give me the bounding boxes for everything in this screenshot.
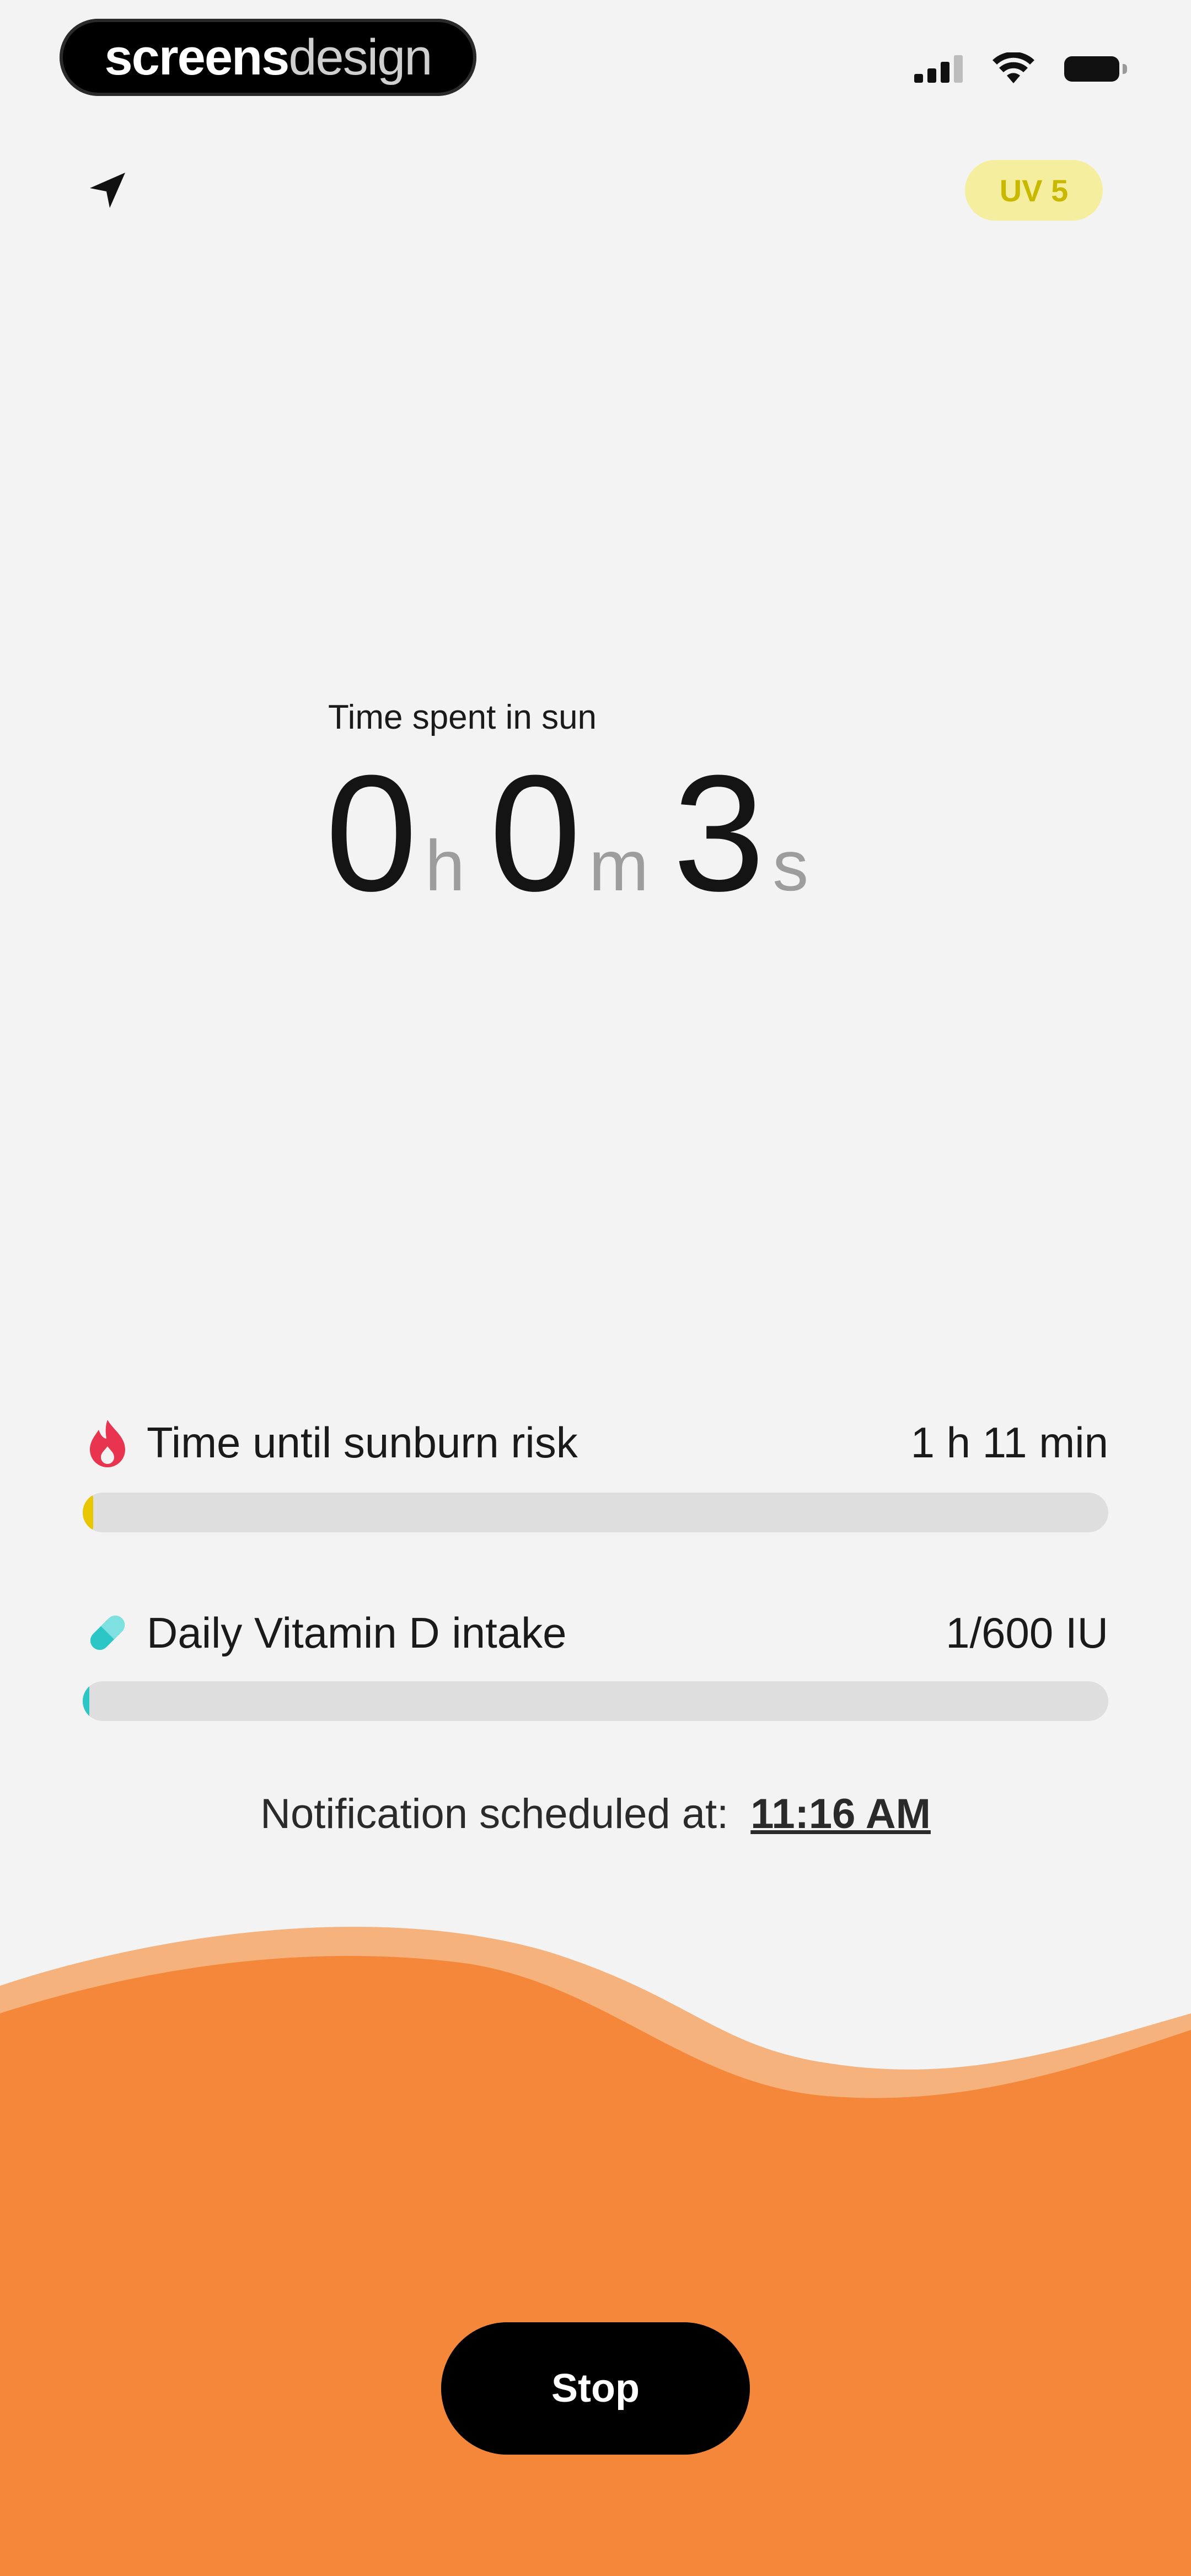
flame-icon — [83, 1418, 132, 1467]
location-arrow-icon — [90, 173, 125, 208]
wifi-icon — [993, 52, 1034, 83]
sunburn-progress-bar — [83, 1493, 1108, 1532]
app-screen: screens design UV 5 Time spent in sun 0 h… — [0, 0, 1191, 2576]
stop-button[interactable]: Stop — [441, 2322, 750, 2455]
timer-hours-unit: h — [425, 825, 465, 906]
sun-wave-decoration — [0, 1927, 1191, 2576]
vitamin-progress-bar — [83, 1681, 1108, 1721]
brand-text-bold: screens — [104, 29, 290, 85]
brand-watermark: screens design — [60, 19, 476, 96]
vitamin-value: 1/600 IU — [946, 1608, 1108, 1657]
sun-timer: 0 h 0 m 3 s — [325, 750, 808, 916]
pill-icon — [83, 1608, 132, 1658]
location-button[interactable] — [83, 165, 132, 215]
timer-minutes-unit: m — [589, 825, 649, 906]
sunburn-progress-fill — [83, 1493, 93, 1532]
timer-hours: 0 — [325, 740, 417, 926]
vitamin-progress-fill — [83, 1681, 89, 1721]
vitamin-label: Daily Vitamin D intake — [147, 1608, 567, 1657]
timer-label: Time spent in sun — [328, 698, 597, 736]
notification-label: Notification scheduled at: — [260, 1791, 729, 1837]
brand-text-light: design — [288, 29, 432, 85]
vitamin-stat-row: Daily Vitamin D intake 1/600 IU — [83, 1602, 1108, 1663]
sunburn-value: 1 h 11 min — [910, 1418, 1108, 1467]
notification-time-link[interactable]: 11:16 AM — [750, 1791, 931, 1837]
battery-icon — [1064, 56, 1127, 82]
uv-index-badge[interactable]: UV 5 — [965, 160, 1103, 221]
sunburn-stat-row: Time until sunburn risk 1 h 11 min — [83, 1412, 1108, 1473]
wave-orange-layer — [0, 1955, 1191, 2576]
status-bar-icons — [914, 50, 1127, 88]
timer-seconds: 3 — [673, 740, 765, 926]
timer-seconds-unit: s — [772, 825, 809, 906]
timer-minutes: 0 — [489, 740, 582, 926]
sunburn-label: Time until sunburn risk — [147, 1418, 578, 1467]
notification-schedule: Notification scheduled at: 11:16 AM — [0, 1790, 1191, 1838]
signal-icon — [914, 55, 963, 83]
